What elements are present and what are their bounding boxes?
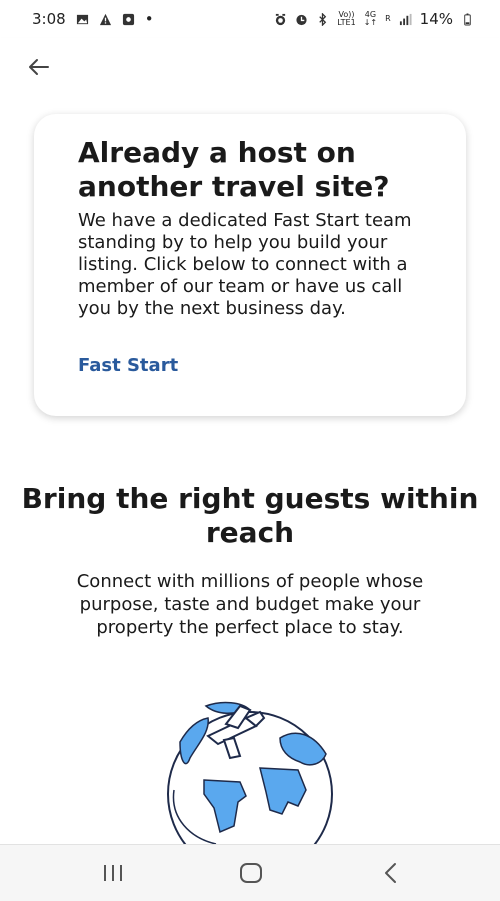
fast-start-card: Already a host on another travel site? W… [34,114,466,416]
nav-back-icon[interactable] [376,859,406,887]
arrow-left-icon[interactable] [24,52,54,82]
system-nav-bar [0,844,500,901]
alarm-icon [276,13,286,25]
status-right: Vo)) LTE1 4G ↓↑ R 14% [274,10,474,28]
app-bar [0,38,500,96]
status-left: 3:08 • [32,10,154,28]
image-icon [76,14,88,24]
card-body: We have a dedicated Fast Start team stan… [78,210,412,319]
bluetooth-icon [319,12,327,26]
media-icon [122,13,134,25]
card-title: Already a host on another travel site? [78,136,390,203]
status-dot: • [144,10,154,28]
section-title: Bring the right guests within reach [21,482,479,549]
globe-airplane-illustration [167,701,333,844]
signal-icon [399,13,412,25]
main-content: Already a host on another travel site? W… [0,96,500,844]
roaming-indicator: R [385,14,391,23]
network-activity: ↓↑ [363,18,378,27]
fast-start-link[interactable]: Fast Start [78,355,178,376]
section-body: Connect with millions of people whose pu… [76,571,424,638]
warning-icon [99,13,111,25]
recent-apps-icon[interactable] [98,859,128,887]
home-icon[interactable] [236,859,266,887]
volte-bottom: LTE1 [337,18,356,27]
network-indicator: 4G ↓↑ [364,11,377,27]
status-bar: 3:08 • Vo)) LTE1 4G ↓↑ R 14% [0,0,500,38]
status-time: 3:08 [32,10,66,28]
battery-icon [464,12,471,26]
battery-percent: 14% [419,10,453,28]
volte-indicator: Vo)) LTE1 [337,11,355,27]
alarm-clock-icon [296,14,307,25]
